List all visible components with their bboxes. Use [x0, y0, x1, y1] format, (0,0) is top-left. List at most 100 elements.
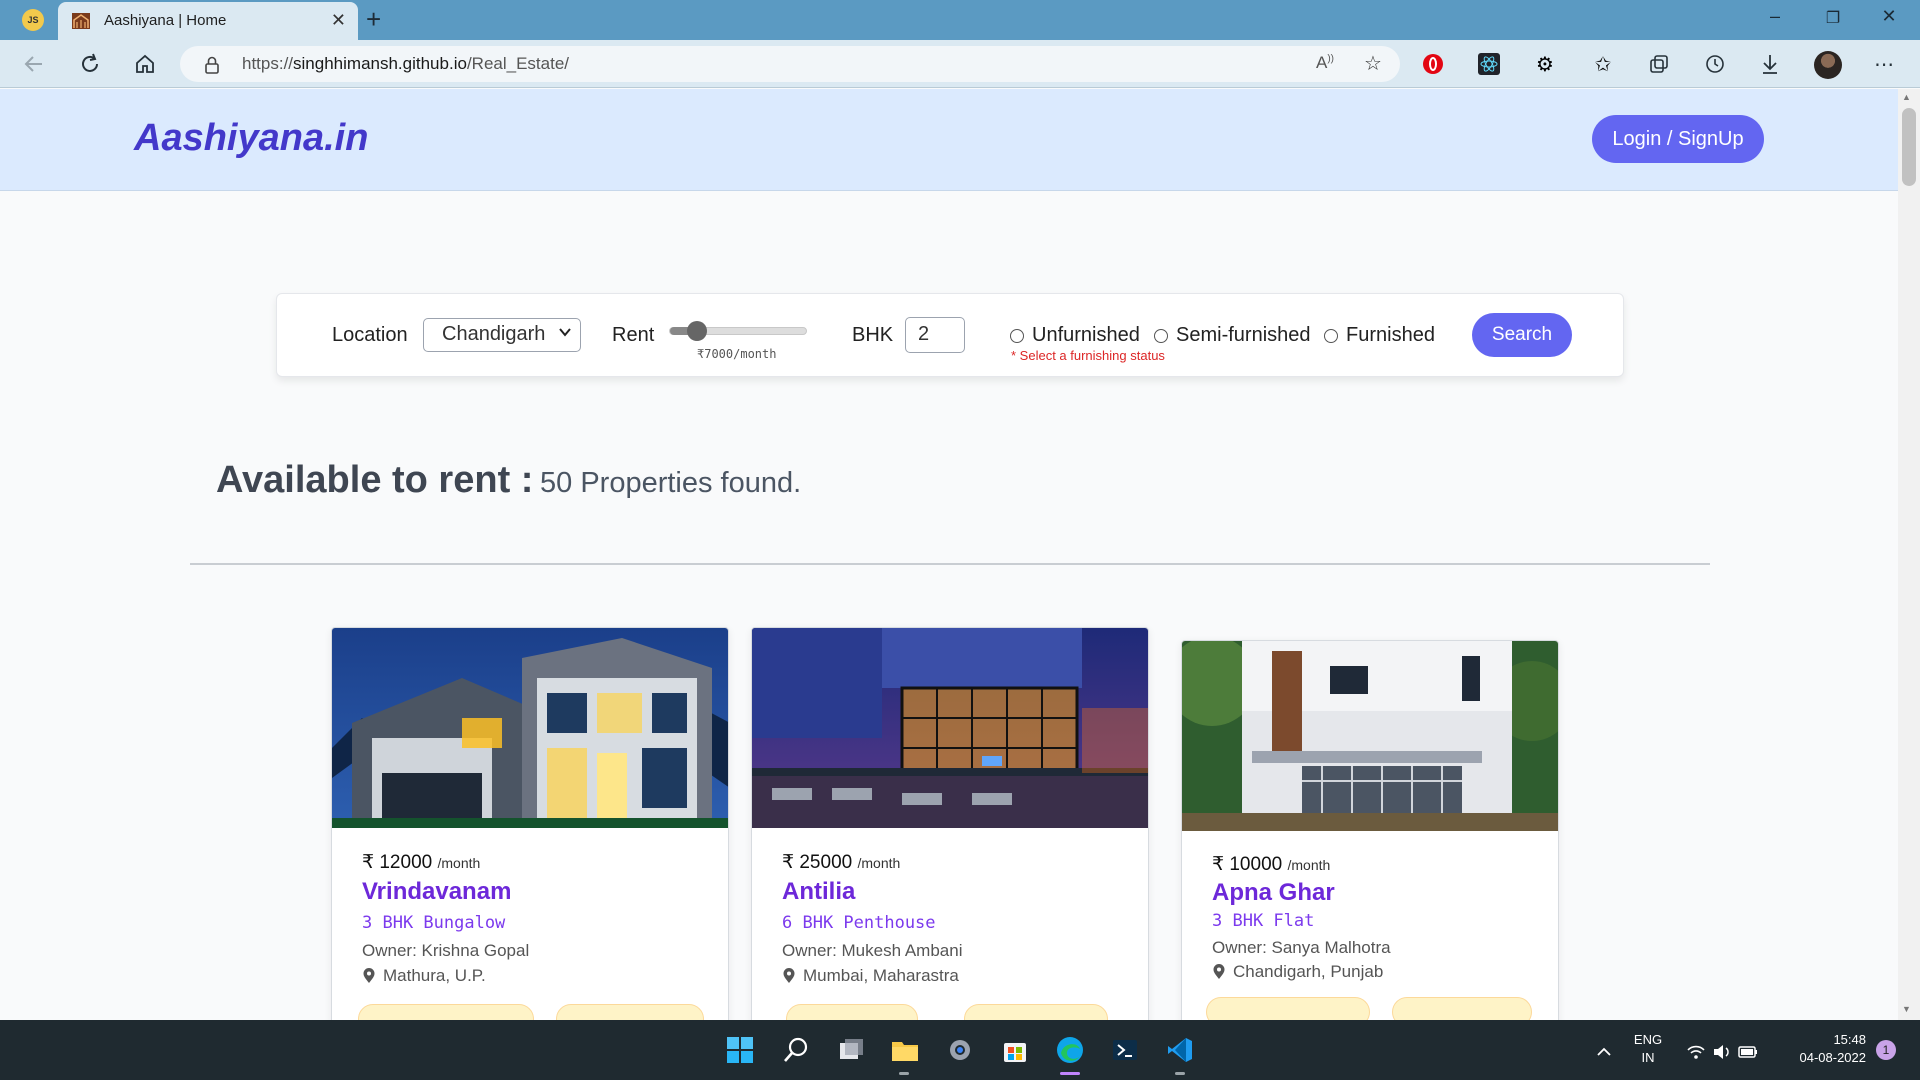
clock[interactable]: 15:48 04-08-2022	[1776, 1032, 1867, 1065]
property-owner: Owner: Sanya Malhotra	[1212, 938, 1391, 957]
property-type: 3 BHK Flat	[1212, 911, 1315, 931]
properties-count: 50 Properties found.	[540, 467, 802, 499]
bhk-label: BHK	[852, 324, 894, 346]
extensions-puzzle-icon[interactable]: ⚙	[1532, 51, 1558, 77]
property-type: 3 BHK Bungalow	[362, 913, 506, 933]
chevron-down-icon	[559, 328, 571, 337]
page-viewport: Aashiyana.in Login / SignUp Location Cha…	[0, 89, 1898, 1020]
furnishing-error-text: * Select a furnishing status	[1011, 348, 1165, 363]
section-divider	[190, 563, 1710, 565]
card-action-button[interactable]	[556, 1004, 704, 1020]
property-location: Chandigarh, Punjab	[1212, 962, 1383, 982]
property-image[interactable]	[1182, 641, 1559, 831]
card-action-button[interactable]	[964, 1004, 1108, 1020]
radio-furnished[interactable]: Furnished	[1324, 324, 1435, 347]
listing-heading: Available to rent :	[216, 459, 534, 501]
rent-slider[interactable]	[669, 321, 807, 341]
close-tab-icon[interactable]: ✕	[331, 10, 346, 31]
property-name[interactable]: Antilia	[782, 878, 855, 906]
settings-gear-icon[interactable]	[944, 1034, 976, 1066]
running-indicator	[1175, 1072, 1185, 1075]
radio-unfurnished[interactable]: Unfurnished	[1010, 324, 1140, 347]
property-card[interactable]: ₹ 10000 /month Apna Ghar 3 BHK Flat Owne…	[1181, 640, 1559, 1020]
card-action-button[interactable]	[1206, 997, 1370, 1020]
site-header: Aashiyana.in Login / SignUp	[0, 89, 1898, 191]
map-pin-icon	[1213, 964, 1225, 979]
react-devtools-icon[interactable]	[1476, 51, 1502, 77]
search-button[interactable]: Search	[1472, 313, 1572, 357]
address-bar[interactable]: https://singhhimansh.github.io/Real_Esta…	[180, 46, 1400, 82]
browser-tab-active[interactable]: Aashiyana | Home ✕	[58, 2, 358, 40]
login-signup-button[interactable]: Login / SignUp	[1592, 115, 1764, 163]
radio-semi-furnished[interactable]: Semi-furnished	[1154, 324, 1311, 347]
task-view-icon[interactable]	[835, 1034, 867, 1066]
search-icon[interactable]	[780, 1034, 812, 1066]
search-filter-panel: Location Chandigarh Rent ₹7000/month BHK…	[276, 293, 1624, 377]
property-price: ₹ 10000 /month	[1212, 854, 1331, 875]
window-close-icon[interactable]: ✕	[1866, 6, 1912, 27]
property-card[interactable]: ₹ 12000 /month Vrindavanam 3 BHK Bungalo…	[331, 627, 729, 1020]
new-tab-icon[interactable]: +	[366, 4, 381, 35]
notification-badge[interactable]: 1	[1876, 1040, 1896, 1060]
radio-circle-icon	[1010, 328, 1024, 343]
bhk-input[interactable]: 2	[905, 317, 965, 353]
property-image[interactable]	[752, 628, 1149, 828]
read-aloud-icon[interactable]: A))	[1316, 53, 1334, 73]
card-action-button[interactable]	[1392, 997, 1532, 1020]
home-icon[interactable]	[131, 50, 159, 78]
radio-circle-icon	[1324, 328, 1338, 343]
scroll-down-icon[interactable]: ▼	[1902, 1004, 1911, 1014]
browser-toolbar: https://singhhimansh.github.io/Real_Esta…	[0, 40, 1920, 88]
minimize-icon[interactable]: –	[1752, 6, 1798, 27]
microsoft-store-icon[interactable]	[999, 1034, 1031, 1066]
file-explorer-icon[interactable]	[889, 1034, 921, 1066]
battery-icon[interactable]	[1732, 1036, 1764, 1068]
property-type: 6 BHK Penthouse	[782, 913, 936, 933]
browser-profile-icon[interactable]: JS	[22, 9, 44, 31]
browser-tab-strip: JS Aashiyana | Home ✕ + – ❐ ✕	[0, 0, 1920, 40]
tab-title: Aashiyana | Home	[104, 12, 227, 29]
active-indicator	[1060, 1072, 1080, 1075]
site-logo[interactable]: Aashiyana.in	[134, 117, 368, 160]
card-action-button[interactable]	[786, 1004, 918, 1020]
radio-circle-icon	[1154, 328, 1168, 343]
back-icon[interactable]	[20, 50, 48, 78]
card-action-button[interactable]	[358, 1004, 534, 1020]
history-icon[interactable]	[1702, 51, 1728, 77]
url-text: https://singhhimansh.github.io/Real_Esta…	[242, 54, 569, 73]
property-image[interactable]	[332, 628, 729, 828]
running-indicator	[899, 1072, 909, 1075]
user-avatar[interactable]	[1814, 51, 1842, 79]
property-price: ₹ 12000 /month	[362, 852, 481, 873]
add-favorite-icon[interactable]: ☆	[1364, 51, 1382, 76]
property-name[interactable]: Apna Ghar	[1212, 879, 1335, 907]
location-select[interactable]: Chandigarh	[423, 318, 581, 352]
windows-start-icon[interactable]	[724, 1034, 756, 1066]
vscode-icon[interactable]	[1164, 1034, 1196, 1066]
page-scrollbar[interactable]	[1898, 89, 1920, 1020]
tray-chevron-up-icon[interactable]	[1588, 1036, 1620, 1068]
refresh-icon[interactable]	[76, 50, 104, 78]
rent-label: Rent	[612, 324, 655, 346]
collections-icon[interactable]	[1646, 51, 1672, 77]
language-indicator[interactable]: ENG IN	[1630, 1032, 1666, 1065]
lock-icon[interactable]	[204, 56, 220, 74]
favorites-icon[interactable]: ✩	[1590, 51, 1616, 77]
scroll-up-icon[interactable]: ▲	[1902, 92, 1911, 102]
more-menu-icon[interactable]: ⋯	[1871, 51, 1897, 77]
downloads-icon[interactable]	[1757, 51, 1783, 77]
property-location: Mumbai, Maharastra	[782, 966, 959, 986]
map-pin-icon	[363, 968, 375, 983]
location-label: Location	[332, 324, 408, 346]
edge-browser-icon[interactable]	[1054, 1034, 1086, 1066]
property-location: Mathura, U.P.	[362, 966, 486, 986]
opera-extension-icon[interactable]	[1420, 51, 1446, 77]
restore-icon[interactable]: ❐	[1810, 8, 1856, 28]
property-card[interactable]: ₹ 25000 /month Antilia 6 BHK Penthouse O…	[751, 627, 1149, 1020]
rent-slider-thumb[interactable]	[687, 321, 708, 341]
terminal-icon[interactable]	[1109, 1034, 1141, 1066]
map-pin-icon	[783, 968, 795, 983]
scrollbar-thumb[interactable]	[1902, 108, 1916, 186]
house-favicon-icon	[72, 13, 90, 29]
property-name[interactable]: Vrindavanam	[362, 878, 511, 906]
